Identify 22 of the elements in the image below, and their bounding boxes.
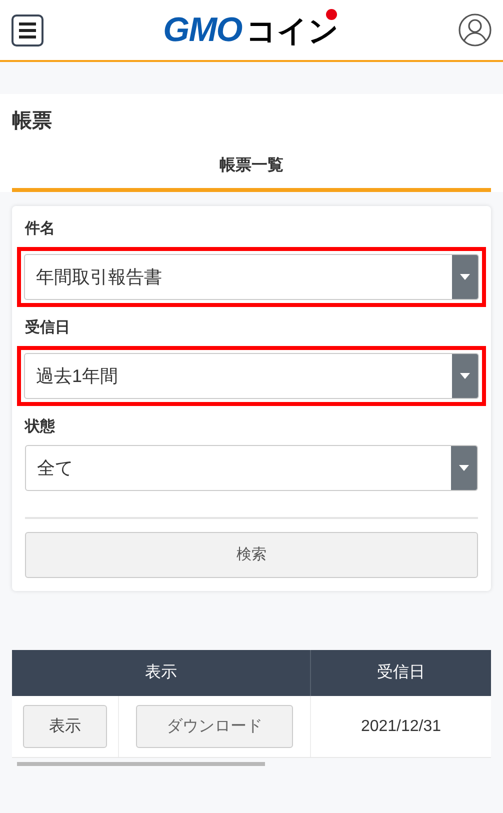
page-title: 帳票	[11, 109, 53, 134]
menu-icon[interactable]	[11, 14, 44, 46]
caret-icon	[460, 274, 470, 280]
search-button[interactable]: 検索	[25, 532, 478, 578]
field-label: 受信日	[25, 318, 71, 338]
view-button[interactable]: 表示	[23, 705, 107, 748]
select-field[interactable]: 年間取引報告書	[24, 254, 479, 300]
select-field[interactable]: 過去1年間	[24, 353, 479, 399]
field-label: 状態	[25, 417, 56, 437]
caret-icon	[459, 465, 469, 471]
date-cell-text: 2021/12/31	[360, 716, 442, 736]
field-label: 件名	[25, 219, 56, 239]
logo-text: コイン	[246, 17, 339, 47]
download-button[interactable]: ダウンロード	[136, 705, 293, 748]
tab[interactable]: 帳票一覧	[12, 154, 491, 192]
user-icon[interactable]	[458, 13, 492, 47]
caret-icon	[460, 373, 470, 379]
scrollbar[interactable]	[17, 762, 265, 766]
column-header: 受信日	[376, 662, 426, 683]
logo-text: GMO	[163, 13, 242, 47]
dot-icon	[326, 9, 337, 20]
select-field[interactable]: 全て	[25, 445, 478, 491]
